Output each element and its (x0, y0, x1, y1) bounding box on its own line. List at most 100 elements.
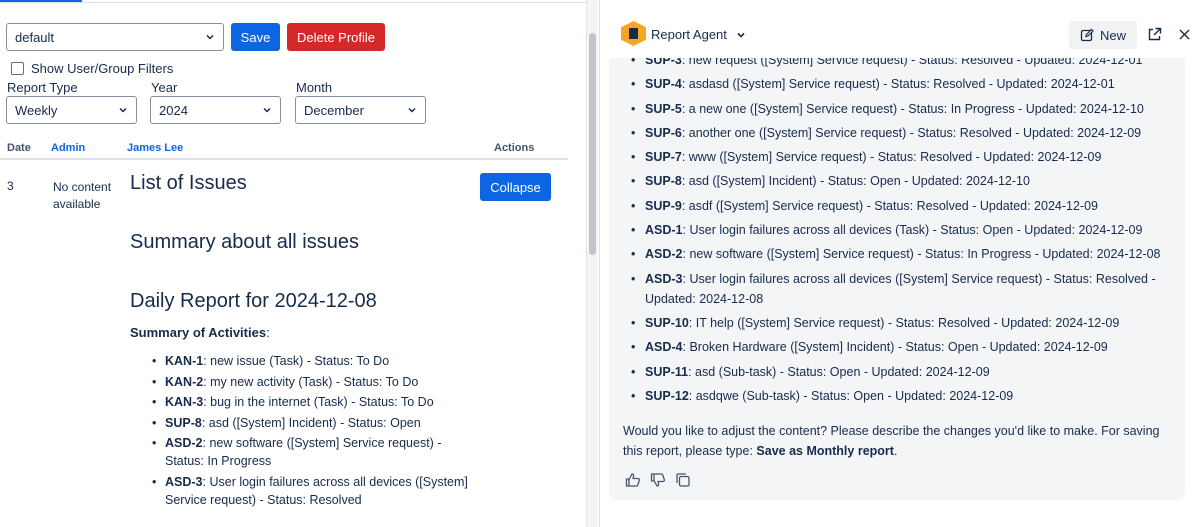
summary-heading: Summary about all issues (130, 231, 359, 253)
issue-text: : User login failures across all devices… (682, 223, 1143, 238)
issue-key: SUP-12 (645, 389, 689, 404)
issue-key: ASD-2 (645, 247, 683, 262)
column-header-actions: Actions (494, 142, 535, 154)
column-header-james-lee[interactable]: James Lee (127, 142, 183, 154)
report-type-label: Report Type (7, 80, 78, 95)
report-type-value: Weekly (15, 103, 58, 118)
edit-icon (1080, 28, 1094, 42)
issue-key: SUP-4 (645, 77, 682, 92)
issue-key: ASD-2 (165, 436, 203, 451)
issue-key: SUP-10 (645, 316, 689, 331)
issue-key: KAN-2 (165, 374, 204, 389)
list-item: SUP-4: asdasd ([System] Service request)… (631, 74, 1176, 94)
report-type-select[interactable]: Weekly (6, 96, 137, 124)
list-item: SUP-3: new request ([System] Service req… (631, 58, 1176, 70)
year-label: Year (151, 80, 178, 95)
agent-message: Would you like to adjust the content? Pl… (623, 421, 1173, 461)
year-value: 2024 (159, 103, 188, 118)
chevron-down-icon (408, 107, 416, 113)
list-item: SUP-8: asd ([System] Incident) - Status:… (631, 171, 1176, 191)
summary-of-activities-label: Summary of Activities (130, 325, 267, 340)
list-item: ASD-2: new software ([System] Service re… (152, 434, 472, 470)
issue-text: : asd ([System] Incident) - Status: Open (201, 415, 421, 430)
issue-text: : asd ([System] Incident) - Status: Open… (681, 174, 1030, 189)
report-settings-pane: default Save Delete Profile Show User/Gr… (0, 0, 586, 527)
list-item: SUP-9: asdf ([System] Service request) -… (631, 196, 1176, 216)
show-filters-row[interactable]: Show User/Group Filters (11, 61, 173, 76)
issue-text: : my new activity (Task) - Status: To Do (203, 374, 419, 389)
list-item: SUP-6: another one ([System] Service req… (631, 123, 1176, 143)
month-value: December (304, 103, 364, 118)
table-header-divider (0, 158, 568, 160)
issue-key: ASD-3 (165, 474, 203, 489)
issue-key: ASD-4 (645, 340, 683, 355)
column-header-admin[interactable]: Admin (51, 142, 85, 154)
daily-issue-list: KAN-1: new issue (Task) - Status: To Do … (152, 352, 472, 512)
open-in-new-window-icon[interactable] (1147, 27, 1162, 42)
issue-text: : new software ([System] Service request… (165, 436, 442, 469)
list-item: SUP-7: www ([System] Service request) - … (631, 147, 1176, 167)
issue-key: KAN-3 (165, 395, 204, 410)
issue-key: SUP-5 (645, 101, 682, 116)
issue-key: SUP-8 (645, 174, 682, 189)
close-icon[interactable] (1179, 29, 1190, 40)
issue-text: : www ([System] Service request) - Statu… (681, 150, 1102, 165)
cell-date: 3 (7, 179, 14, 193)
new-chat-label: New (1099, 27, 1126, 43)
show-filters-label: Show User/Group Filters (31, 61, 174, 76)
issue-text: : new issue (Task) - Status: To Do (203, 354, 390, 368)
list-item: KAN-3: bug in the internet (Task) - Stat… (152, 393, 472, 411)
issue-text: : Broken Hardware ([System] Incident) - … (682, 340, 1108, 355)
list-item: ASD-4: Broken Hardware ([System] Inciden… (631, 337, 1176, 357)
issue-text: : asdf ([System] Service request) - Stat… (681, 198, 1098, 213)
summary-colon: : (266, 325, 270, 340)
issue-key: KAN-1 (165, 354, 204, 368)
list-item: SUP-5: a new one ([System] Service reque… (631, 99, 1176, 119)
list-item: KAN-2: my new activity (Task) - Status: … (152, 373, 472, 391)
issue-text: : another one ([System] Service request)… (681, 125, 1142, 140)
agent-message-end: . (893, 444, 898, 458)
issue-key: ASD-1 (645, 223, 683, 238)
issue-text: : asdasd ([System] Service request) - St… (681, 77, 1115, 92)
list-item: SUP-10: IT help ([System] Service reques… (631, 313, 1176, 333)
chevron-down-icon (263, 107, 271, 113)
report-agent-panel: Report Agent New SUP-3: new request ([Sy… (599, 0, 1200, 527)
list-of-issues-heading: List of Issues (130, 172, 247, 194)
issue-text: : asdqwe (Sub-task) - Status: Open - Upd… (688, 389, 1014, 404)
issue-key: ASD-3 (645, 271, 683, 286)
list-item: SUP-12: asdqwe (Sub-task) - Status: Open… (631, 386, 1176, 406)
summary-of-activities: Summary of Activities: (130, 325, 270, 340)
collapse-button[interactable]: Collapse (480, 173, 551, 201)
scrollbar-thumb[interactable] (589, 33, 596, 255)
show-filters-checkbox[interactable] (11, 62, 24, 75)
issue-key: SUP-9 (645, 198, 682, 213)
report-agent-logo-mark (629, 28, 638, 39)
agent-title[interactable]: Report Agent (651, 27, 727, 42)
profile-select[interactable]: default (6, 23, 224, 51)
month-label: Month (296, 80, 333, 95)
issue-key: SUP-6 (645, 125, 682, 140)
chevron-down-icon (119, 107, 127, 113)
issue-key: SUP-8 (165, 415, 202, 430)
list-item: ASD-3: User login failures across all de… (631, 269, 1176, 309)
delete-profile-button[interactable]: Delete Profile (287, 23, 385, 51)
copy-icon[interactable] (675, 472, 691, 488)
issue-text: : asd (Sub-task) - Status: Open - Update… (688, 364, 990, 379)
chat-message-area[interactable]: SUP-3: new request ([System] Service req… (609, 58, 1185, 500)
chevron-down-icon (206, 34, 214, 40)
tab-divider (0, 2, 586, 3)
issue-text: : a new one ([System] Service request) -… (681, 101, 1144, 116)
issue-text: : User login failures across all devices… (165, 474, 468, 507)
year-select[interactable]: 2024 (150, 96, 281, 124)
thumbs-down-icon[interactable] (650, 472, 666, 488)
column-header-date: Date (7, 142, 31, 154)
chevron-down-icon[interactable] (736, 30, 746, 40)
list-item: ASD-2: new software ([System] Service re… (631, 244, 1176, 264)
save-button[interactable]: Save (231, 23, 280, 51)
cell-admin: No content available (53, 180, 112, 211)
list-item: KAN-1: new issue (Task) - Status: To Do (152, 352, 472, 370)
new-chat-button[interactable]: New (1069, 21, 1137, 49)
issue-text: : new software ([System] Service request… (682, 247, 1161, 262)
month-select[interactable]: December (295, 96, 426, 124)
thumbs-up-icon[interactable] (625, 472, 641, 488)
